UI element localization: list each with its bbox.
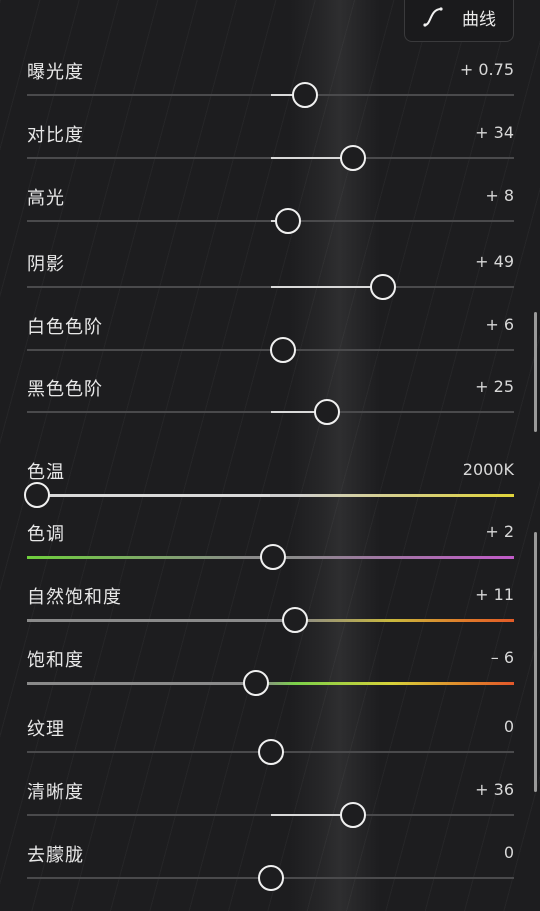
vibrance-slider-track[interactable]: [27, 607, 514, 633]
slider-row-exposure: 曝光度 + 0.75: [0, 58, 540, 118]
slider-label: 色温: [27, 462, 65, 483]
highlights-slider-track[interactable]: [27, 208, 514, 234]
slider-row-contrast: 对比度 + 34: [0, 121, 540, 181]
blacks-slider-track[interactable]: [27, 399, 514, 425]
highlights-slider-thumb[interactable]: [274, 208, 301, 234]
slider-value: + 11: [475, 585, 514, 604]
slider-label: 清晰度: [27, 782, 84, 803]
slider-row-shadows: 阴影 + 49: [0, 250, 540, 310]
dehaze-slider-thumb[interactable]: [257, 865, 284, 891]
slider-row-dehaze: 去朦胧 0: [0, 841, 540, 901]
slider-label: 自然饱和度: [27, 587, 122, 608]
curve-icon: [423, 7, 443, 27]
slider-label: 白色色阶: [27, 317, 103, 338]
scroll-indicator[interactable]: [534, 312, 537, 432]
slider-value: 2000K: [462, 460, 514, 479]
vibrance-slider-thumb[interactable]: [281, 607, 308, 633]
slider-row-whites: 白色色阶 + 6: [0, 313, 540, 373]
slider-row-clarity: 清晰度 + 36: [0, 778, 540, 838]
slider-row-temperature: 色温 2000K: [0, 458, 540, 518]
whites-slider-track[interactable]: [27, 337, 514, 363]
slider-value: + 36: [475, 780, 514, 799]
slider-row-texture: 纹理 0: [0, 715, 540, 775]
slider-value: – 6: [490, 648, 514, 667]
slider-value: + 6: [485, 315, 514, 334]
slider-label: 色调: [27, 524, 65, 545]
slider-label: 阴影: [27, 254, 65, 275]
blacks-slider-thumb[interactable]: [313, 399, 340, 425]
slider-value: 0: [503, 843, 514, 862]
exposure-slider-track[interactable]: [27, 82, 514, 108]
tint-slider-thumb[interactable]: [259, 544, 286, 570]
slider-value: + 0.75: [459, 60, 514, 79]
slider-value: + 8: [485, 186, 514, 205]
clarity-slider-track[interactable]: [27, 802, 514, 828]
whites-slider-thumb[interactable]: [269, 337, 296, 363]
slider-label: 饱和度: [27, 650, 84, 671]
slider-value: + 2: [485, 522, 514, 541]
slider-value: + 49: [475, 252, 514, 271]
slider-label: 曝光度: [27, 62, 84, 83]
tint-slider-track[interactable]: [27, 544, 514, 570]
slider-value: 0: [503, 717, 514, 736]
slider-fill: [36, 494, 271, 497]
saturation-slider-thumb[interactable]: [242, 670, 269, 696]
slider-fill: [270, 286, 383, 288]
exposure-slider-thumb[interactable]: [291, 82, 318, 108]
slider-label: 对比度: [27, 125, 84, 146]
slider-label: 纹理: [27, 719, 65, 740]
slider-row-saturation: 饱和度 – 6: [0, 646, 540, 706]
curve-button-label: 曲线: [462, 9, 496, 30]
saturation-slider-track[interactable]: [27, 670, 514, 696]
texture-slider-thumb[interactable]: [257, 739, 284, 765]
slider-label: 高光: [27, 188, 65, 209]
dehaze-slider-track[interactable]: [27, 865, 514, 891]
texture-slider-track[interactable]: [27, 739, 514, 765]
clarity-slider-thumb[interactable]: [340, 802, 367, 828]
scroll-indicator[interactable]: [534, 532, 537, 792]
slider-row-vibrance: 自然饱和度 + 11: [0, 583, 540, 643]
slider-value: + 25: [475, 377, 514, 396]
slider-label: 黑色色阶: [27, 379, 103, 400]
temperature-slider-thumb[interactable]: [23, 482, 50, 508]
contrast-slider-thumb[interactable]: [340, 145, 367, 171]
shadows-slider-track[interactable]: [27, 274, 514, 300]
shadows-slider-thumb[interactable]: [369, 274, 396, 300]
slider-row-tint: 色调 + 2: [0, 520, 540, 580]
slider-label: 去朦胧: [27, 845, 84, 866]
slider-value: + 34: [475, 123, 514, 142]
slider-row-highlights: 高光 + 8: [0, 184, 540, 244]
curve-button[interactable]: 曲线: [404, 0, 514, 42]
contrast-slider-track[interactable]: [27, 145, 514, 171]
slider-row-blacks: 黑色色阶 + 25: [0, 375, 540, 435]
temperature-slider-track[interactable]: [23, 482, 514, 508]
